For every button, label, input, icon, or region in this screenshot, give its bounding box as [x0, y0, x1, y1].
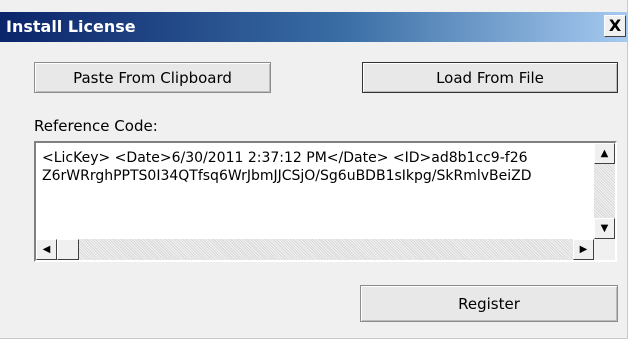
- window-title: Install License: [6, 17, 136, 36]
- scroll-up-button[interactable]: ▲: [594, 143, 615, 164]
- close-icon: X: [608, 16, 622, 35]
- install-license-dialog: Install License X Paste From Clipboard L…: [0, 0, 628, 339]
- horizontal-scroll-thumb[interactable]: [57, 239, 79, 260]
- reference-code-line: Z6rWRrghPPTS0I34QTfsq6WrJbmJJCSjO/Sg6uBD…: [42, 168, 532, 184]
- scroll-right-button[interactable]: ▶: [573, 239, 594, 260]
- scrollbar-corner: [594, 239, 615, 260]
- load-from-file-button[interactable]: Load From File: [362, 62, 618, 93]
- close-button[interactable]: X: [604, 15, 626, 37]
- reference-code-text: <LicKey> <Date>6/30/2011 2:37:12 PM</Dat…: [42, 149, 590, 235]
- scroll-down-button[interactable]: ▼: [594, 218, 615, 239]
- horizontal-scrollbar[interactable]: ◀ ▶: [36, 239, 594, 260]
- arrow-right-icon: ▶: [579, 244, 588, 255]
- paste-from-clipboard-button[interactable]: Paste From Clipboard: [34, 62, 271, 93]
- register-button[interactable]: Register: [360, 285, 618, 322]
- reference-code-label: Reference Code:: [34, 117, 158, 135]
- scroll-left-button[interactable]: ◀: [36, 239, 57, 260]
- reference-code-line: <LicKey> <Date>6/30/2011 2:37:12 PM</Dat…: [42, 150, 528, 166]
- arrow-left-icon: ◀: [42, 244, 51, 255]
- arrow-down-icon: ▼: [600, 223, 609, 234]
- reference-code-textarea[interactable]: <LicKey> <Date>6/30/2011 2:37:12 PM</Dat…: [34, 141, 617, 262]
- arrow-up-icon: ▲: [600, 148, 609, 159]
- title-bar: Install License X: [0, 12, 628, 42]
- vertical-scrollbar[interactable]: ▲ ▼: [594, 143, 615, 239]
